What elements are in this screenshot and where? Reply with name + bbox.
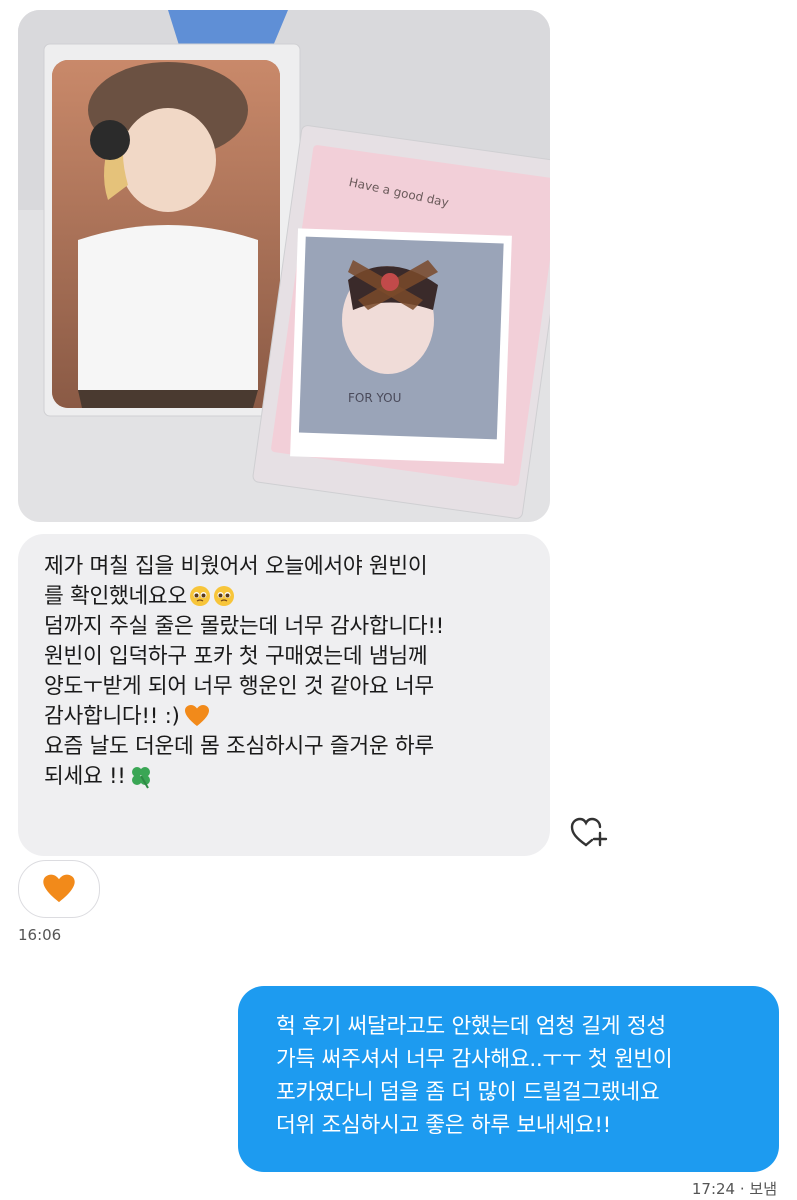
- message-line: 덤까지 주실 줄은 몰랐는데 너무 감사합니다!!: [44, 614, 444, 639]
- message-line: 원빈이 입덕하구 포카 첫 구매였는데 냄님께: [44, 644, 428, 669]
- message-line: 더위 조심하시고 좋은 하루 보내세요!!: [276, 1113, 611, 1138]
- reaction-badge[interactable]: [18, 860, 100, 918]
- four-leaf-clover-icon: [128, 763, 154, 789]
- pleading-face-icon: [189, 585, 211, 607]
- message-line-text: 되세요 !!: [44, 764, 126, 789]
- incoming-timestamp: 16:06: [18, 926, 62, 944]
- heart-plus-icon: [570, 817, 608, 847]
- message-line: 포카였다니 덤을 좀 더 많이 드릴걸그랬네요: [276, 1080, 660, 1105]
- card-text-bottom: FOR YOU: [348, 391, 401, 405]
- photo-image: Have a good day FOR YOU: [18, 10, 550, 522]
- message-line: 되세요 !!: [44, 762, 530, 792]
- outgoing-message-bubble[interactable]: 헉 후기 써달라고도 안했는데 엄청 길게 정성 가득 써주셔서 너무 감사해요…: [238, 986, 779, 1172]
- orange-heart-icon: [184, 704, 210, 728]
- message-line: 제가 며칠 집을 비웠어서 오늘에서야 원빈이: [44, 554, 428, 579]
- photo-message[interactable]: Have a good day FOR YOU: [18, 10, 550, 522]
- message-line: 가득 써주셔서 너무 감사해요..ㅜㅜ 첫 원빈이: [276, 1047, 673, 1072]
- message-line: 양도ㅜ받게 되어 너무 행운인 것 같아요 너무: [44, 674, 434, 699]
- message-line: 요즘 날도 더운데 몸 조심하시구 즐거운 하루: [44, 734, 434, 759]
- outgoing-timestamp: 17:24 · 보냄: [691, 1180, 777, 1198]
- add-reaction-button[interactable]: [568, 812, 612, 852]
- message-line-text: 를 확인했네요오: [44, 584, 187, 609]
- incoming-message-bubble[interactable]: 제가 며칠 집을 비웠어서 오늘에서야 원빈이 를 확인했네요오 덤까지 주실 …: [18, 534, 550, 856]
- message-line: 를 확인했네요오: [44, 582, 530, 612]
- message-line-text: 감사합니다!! :): [44, 704, 180, 729]
- message-line: 감사합니다!! :): [44, 702, 530, 732]
- message-line: 헉 후기 써달라고도 안했는데 엄청 길게 정성: [276, 1014, 666, 1039]
- pleading-face-icon: [213, 585, 235, 607]
- orange-heart-icon: [43, 874, 75, 903]
